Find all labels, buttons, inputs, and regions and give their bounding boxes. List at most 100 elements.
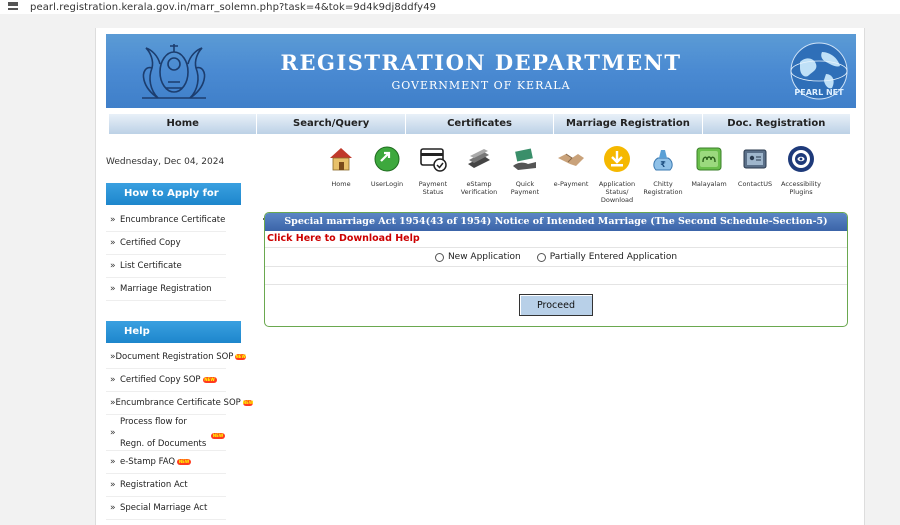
quick-payment-icon — [513, 148, 536, 170]
partially-entered-application-radio[interactable] — [536, 252, 546, 262]
house-icon — [330, 148, 352, 171]
form-title: Special marriage Act 1954(43 of 1954) No… — [265, 213, 847, 231]
quick-link-accessibility-plugins[interactable]: Accessibility Plugins — [778, 144, 824, 204]
quick-link-label: e-Payment — [553, 180, 589, 188]
quick-link-label: ContactUS — [737, 180, 773, 188]
chitty-icon: ₹ — [653, 150, 673, 171]
bullet-icon: » — [110, 238, 116, 248]
quick-link-malayalam[interactable]: Malayalam — [686, 144, 732, 204]
quick-link-contactus[interactable]: ContactUS — [732, 144, 778, 204]
page-subtitle: GOVERNMENT OF KERALA — [391, 79, 571, 92]
handshake-icon — [558, 153, 584, 166]
form-actions: Proceed — [265, 285, 847, 325]
quick-links-toolbar: Home UserLogin Payment Status eStamp Ver… — [318, 144, 824, 204]
bullet-icon: » — [110, 427, 116, 438]
new-badge-icon: NEW — [211, 432, 226, 439]
application-type-group: New Application Partially Entered Applic… — [265, 247, 847, 267]
sidebar-item-document-registration-sop[interactable]: » Document Registration SOP NEW — [106, 346, 246, 369]
quick-link-payment-status[interactable]: Payment Status — [410, 144, 456, 204]
quick-link-label: Application Status/ Download — [598, 180, 636, 204]
quick-link-home[interactable]: Home — [318, 144, 364, 204]
sidebar-item-encumbrance-certificate[interactable]: » Encumbrance Certificate — [106, 209, 226, 232]
new-application-label: New Application — [447, 252, 521, 262]
new-badge-icon: NEW — [177, 459, 192, 465]
nav-marriage-registration[interactable]: Marriage Registration — [554, 114, 703, 134]
quick-link-epayment[interactable]: e-Payment — [548, 144, 594, 204]
new-badge-icon: NEW — [235, 354, 246, 360]
address-bar[interactable]: pearl.registration.kerala.gov.in/marr_so… — [0, 0, 900, 14]
sidebar-item-registration-act[interactable]: » Registration Act — [106, 474, 226, 497]
quick-link-userlogin[interactable]: UserLogin — [364, 144, 410, 204]
svg-text:₹: ₹ — [660, 160, 666, 169]
bullet-icon: » — [110, 398, 116, 408]
bullet-icon: » — [110, 215, 116, 225]
sidebar-item-label: Registration Act — [120, 480, 188, 490]
sidebar-item-label: List Certificate — [120, 261, 182, 271]
sidebar-item-certified-copy[interactable]: » Certified Copy — [106, 232, 226, 255]
sidebar-heading-help: Help — [106, 321, 241, 343]
bullet-icon: » — [110, 352, 116, 362]
partially-entered-application-label: Partially Entered Application — [549, 252, 678, 262]
sidebar-item-label: Process flow for — [120, 416, 187, 427]
quick-link-label: UserLogin — [370, 180, 404, 188]
site-settings-icon[interactable] — [8, 2, 22, 12]
new-badge-icon: NEW — [242, 400, 254, 406]
quick-link-label: Home — [331, 180, 351, 188]
estamp-icon — [468, 149, 490, 168]
sidebar-item-label: Special Marriage Act — [120, 503, 208, 513]
sidebar: How to Apply for » Encumbrance Certifica… — [106, 183, 254, 520]
new-application-radio[interactable] — [434, 252, 444, 262]
sidebar-item-label: Document Registration SOP — [115, 352, 234, 362]
nav-search-query[interactable]: Search/Query — [257, 114, 406, 134]
login-arrow-icon — [374, 146, 400, 172]
form-spacer-row — [265, 267, 847, 285]
quick-link-estamp-verification[interactable]: eStamp Verification — [456, 144, 502, 204]
bullet-icon: » — [110, 284, 116, 294]
page-title: REGISTRATION DEPARTMENT — [280, 50, 682, 75]
sidebar-item-certified-copy-sop[interactable]: » Certified Copy SOP NEW — [106, 369, 226, 392]
sidebar-item-process-flow[interactable]: » Process flow for Regn. of Documents NE… — [106, 415, 226, 451]
quick-link-chitty-registration[interactable]: ₹ Chitty Registration — [640, 144, 686, 204]
quick-link-label: Chitty Registration — [643, 180, 683, 196]
sidebar-item-label-line2: Regn. of Documents — [120, 438, 207, 449]
partially-entered-application-option[interactable]: Partially Entered Application — [536, 252, 678, 262]
nav-home[interactable]: Home — [109, 114, 258, 134]
download-help-link[interactable]: Click Here to Download Help — [265, 231, 847, 247]
sidebar-item-label: e-Stamp FAQ — [120, 457, 176, 467]
bullet-icon: » — [110, 457, 116, 467]
nav-certificates[interactable]: Certificates — [405, 114, 555, 134]
url-text[interactable]: pearl.registration.kerala.gov.in/marr_so… — [30, 2, 436, 13]
quick-link-label: Accessibility Plugins — [781, 180, 821, 196]
quick-link-application-status[interactable]: Application Status/ Download — [594, 144, 640, 204]
new-application-option[interactable]: New Application — [434, 252, 521, 262]
proceed-button[interactable]: Proceed — [519, 294, 593, 316]
download-icon — [604, 146, 630, 172]
accessibility-icon — [788, 146, 814, 172]
bullet-icon: » — [110, 503, 116, 513]
sidebar-heading-how-to-apply: How to Apply for — [106, 183, 241, 205]
current-date: Wednesday, Dec 04, 2024 — [106, 157, 225, 167]
bullet-icon: » — [110, 261, 116, 271]
contact-icon — [743, 149, 767, 169]
malayalam-icon — [696, 147, 722, 171]
quick-link-label: Payment Status — [418, 180, 448, 196]
sidebar-item-special-marriage-act[interactable]: » Special Marriage Act — [106, 497, 226, 520]
sidebar-item-label: Certified Copy SOP — [120, 375, 201, 385]
bullet-icon: » — [110, 480, 116, 490]
bullet-icon: » — [110, 375, 116, 385]
notice-form-panel: Special marriage Act 1954(43 of 1954) No… — [264, 212, 848, 327]
sidebar-item-label: Encumbrance Certificate — [120, 215, 226, 225]
sidebar-item-label: Encumbrance Certificate SOP — [115, 398, 241, 408]
header-banner: REGISTRATION DEPARTMENT GOVERNMENT OF KE… — [106, 34, 856, 108]
nav-doc-registration[interactable]: Doc. Registration — [702, 114, 852, 134]
quick-link-quick-payment[interactable]: Quick Payment — [502, 144, 548, 204]
globe-label: PEARL NET — [794, 88, 844, 97]
new-badge-icon: NEW — [202, 377, 217, 383]
sidebar-item-label: Certified Copy — [120, 238, 181, 248]
sidebar-item-marriage-registration[interactable]: » Marriage Registration — [106, 278, 226, 301]
quick-link-label: eStamp Verification — [460, 180, 498, 196]
sidebar-item-label: Marriage Registration — [120, 284, 212, 294]
sidebar-item-list-certificate[interactable]: » List Certificate — [106, 255, 226, 278]
quick-link-label: Malayalam — [691, 180, 727, 188]
page-container: REGISTRATION DEPARTMENT GOVERNMENT OF KE… — [95, 28, 865, 525]
